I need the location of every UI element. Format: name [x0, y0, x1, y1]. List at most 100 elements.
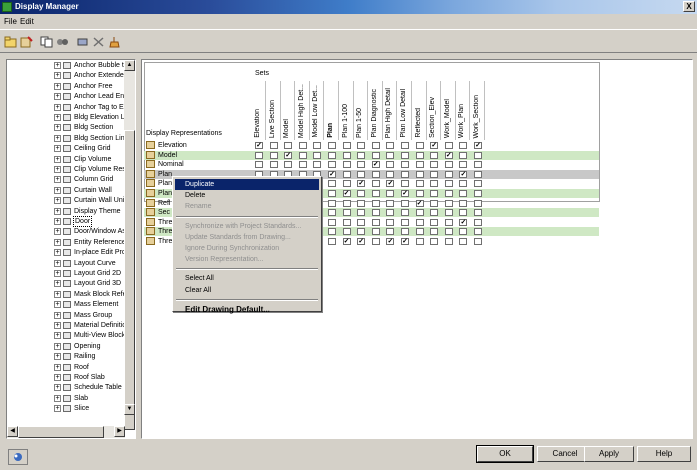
set-checkbox[interactable] [444, 190, 453, 197]
expand-icon[interactable]: + [54, 249, 61, 257]
column-header[interactable]: Plan 1-100 [340, 81, 354, 140]
set-checkbox[interactable] [357, 199, 366, 207]
set-checkbox[interactable] [444, 170, 453, 178]
set-checkbox[interactable] [342, 228, 351, 236]
set-checkbox[interactable] [415, 180, 424, 188]
set-checkbox[interactable] [342, 151, 351, 159]
set-checkbox[interactable] [415, 190, 424, 197]
set-checkbox[interactable] [255, 151, 263, 159]
tree-item[interactable]: + Anchor Extended [7, 71, 125, 80]
set-checkbox[interactable] [386, 151, 395, 159]
menu-edit[interactable]: Edit [20, 17, 34, 26]
table-row[interactable]: Elevation ✓ ✓ ✓ [144, 141, 599, 150]
set-checkbox[interactable] [342, 180, 351, 188]
set-checkbox[interactable]: ✓ [401, 190, 409, 197]
expand-icon[interactable]: + [54, 62, 61, 69]
set-checkbox[interactable] [474, 170, 482, 178]
set-checkbox[interactable] [342, 170, 351, 178]
expand-icon[interactable]: + [54, 374, 61, 381]
expand-icon[interactable]: + [54, 259, 61, 267]
set-checkbox[interactable] [269, 142, 278, 149]
scroll-right-button[interactable]: ▶ [114, 426, 125, 437]
column-header[interactable]: Work_Model [442, 81, 456, 140]
scroll-down-button[interactable]: ▼ [124, 404, 135, 415]
tree-item[interactable]: + Clip Volume Result [7, 165, 125, 174]
column-header[interactable]: Model Low Det... [310, 81, 325, 140]
tree-item[interactable]: + Bldg Elevation Line [7, 113, 125, 122]
set-checkbox[interactable]: ✓ [474, 142, 482, 149]
expand-icon[interactable]: + [54, 186, 61, 194]
tree-item[interactable]: + Layout Grid 2D [7, 269, 125, 278]
set-checkbox[interactable] [386, 170, 395, 178]
set-checkbox[interactable] [401, 151, 409, 159]
column-header[interactable]: Reflected [413, 81, 427, 140]
set-checkbox[interactable]: ✓ [459, 218, 468, 226]
set-checkbox[interactable] [371, 209, 380, 217]
tree-item[interactable]: + Bldg Section [7, 123, 125, 132]
set-checkbox[interactable]: ✓ [342, 190, 351, 197]
expand-icon[interactable]: + [54, 384, 61, 392]
tree-item[interactable]: + In-place Edit Profi [7, 248, 125, 257]
set-checkbox[interactable] [444, 228, 453, 236]
tree-item[interactable]: + Mask Block Refere [7, 290, 125, 299]
set-checkbox[interactable] [444, 238, 453, 245]
column-header[interactable]: Model [281, 81, 296, 140]
set-checkbox[interactable] [386, 218, 395, 226]
set-checkbox[interactable] [459, 199, 468, 207]
tree-item[interactable]: + Railing [7, 352, 125, 361]
set-checkbox[interactable] [459, 161, 468, 169]
tree-item[interactable]: + Entity Reference [7, 238, 125, 247]
set-checkbox[interactable] [342, 209, 351, 217]
set-checkbox[interactable]: ✓ [386, 238, 395, 245]
set-checkbox[interactable] [328, 142, 336, 149]
expand-icon[interactable]: + [54, 342, 61, 350]
column-header[interactable]: Plan Low Detail [398, 81, 412, 140]
set-checkbox[interactable] [342, 142, 351, 149]
expand-icon[interactable]: + [54, 207, 61, 215]
set-checkbox[interactable] [401, 209, 409, 217]
set-checkbox[interactable] [371, 228, 380, 236]
set-checkbox[interactable] [386, 142, 395, 149]
tree-item[interactable]: + Mass Element [7, 300, 125, 309]
set-checkbox[interactable] [357, 161, 366, 169]
set-checkbox[interactable] [401, 142, 409, 149]
context-menu-item[interactable]: Duplicate [175, 179, 319, 190]
help-tool-icon[interactable] [8, 449, 28, 465]
set-checkbox[interactable] [430, 180, 439, 188]
table-row[interactable]: Model ✓ ✓ [144, 150, 599, 160]
set-checkbox[interactable] [415, 209, 424, 217]
set-checkbox[interactable]: ✓ [328, 170, 336, 178]
set-checkbox[interactable] [459, 180, 468, 188]
column-header[interactable]: Plan Diagnostic [369, 81, 383, 140]
set-checkbox[interactable] [357, 170, 366, 178]
set-checkbox[interactable] [298, 161, 307, 169]
set-checkbox[interactable] [313, 151, 322, 159]
set-checkbox[interactable] [459, 151, 468, 159]
set-checkbox[interactable] [328, 180, 336, 188]
set-checkbox[interactable] [415, 170, 424, 178]
set-checkbox[interactable] [430, 161, 439, 169]
set-checkbox[interactable] [474, 190, 482, 197]
set-checkbox[interactable] [444, 161, 453, 169]
tree-horizontal-scrollbar[interactable]: ◀ ▶ [7, 426, 125, 438]
tree-item[interactable]: + Door [7, 216, 125, 227]
column-header[interactable]: Model High Det... [296, 81, 310, 140]
set-checkbox[interactable] [357, 228, 366, 236]
object-tree[interactable]: + Anchor Bubble to + Anchor Extended + Anchor… [6, 59, 136, 439]
set-checkbox[interactable] [298, 142, 307, 149]
set-checkbox[interactable] [386, 228, 395, 236]
tree-item[interactable]: + Schedule Table [7, 383, 125, 392]
set-checkbox[interactable] [430, 190, 439, 197]
delete-icon[interactable] [76, 36, 89, 48]
expand-icon[interactable]: + [54, 394, 61, 402]
expand-icon[interactable]: + [54, 322, 61, 329]
set-checkbox[interactable] [430, 151, 439, 159]
horizontal-scroll-thumb[interactable] [18, 426, 104, 438]
tree-item[interactable]: + Roof Slab [7, 373, 125, 382]
set-checkbox[interactable] [328, 209, 336, 217]
set-checkbox[interactable] [430, 238, 439, 245]
tree-item[interactable]: + Multi-View Block R [7, 331, 125, 340]
expand-icon[interactable]: + [54, 124, 61, 132]
expand-icon[interactable]: + [54, 155, 61, 163]
expand-icon[interactable]: + [54, 332, 61, 340]
